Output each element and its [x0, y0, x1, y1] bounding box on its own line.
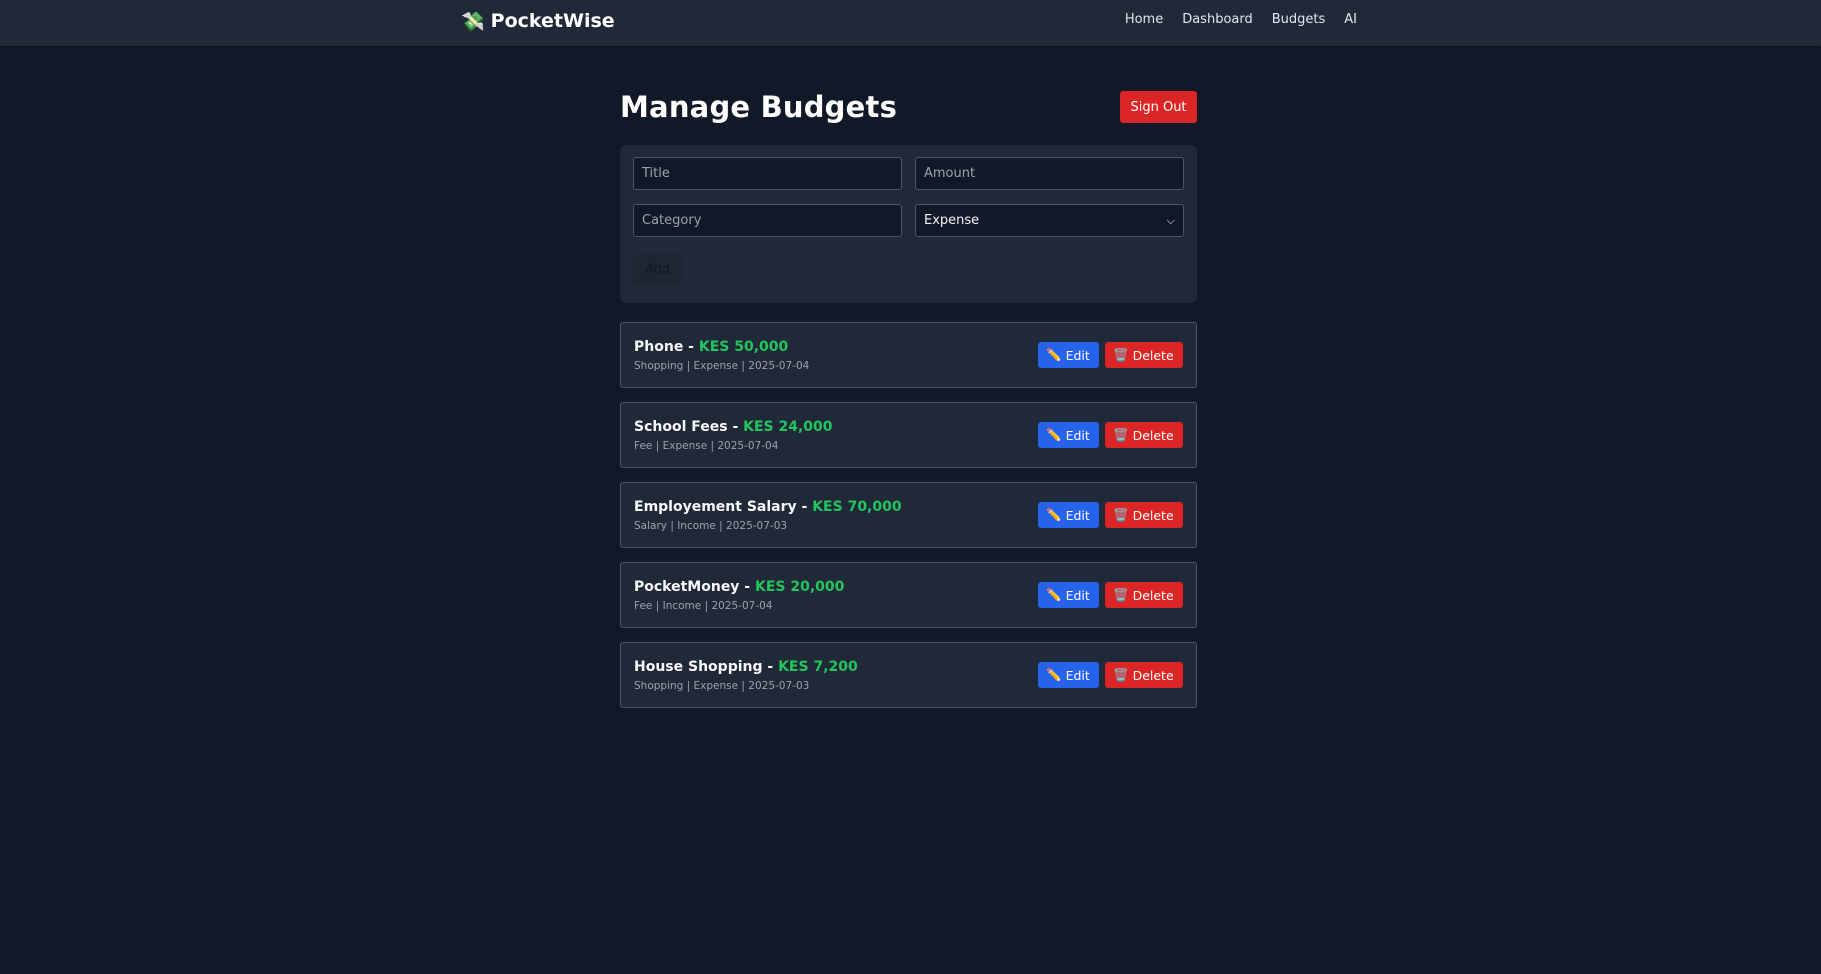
- budget-list: Phone - KES 50,000 Shopping | Expense | …: [620, 322, 1197, 708]
- edit-label: Edit: [1065, 667, 1090, 683]
- pencil-icon: ✏️: [1046, 587, 1062, 602]
- nav-dashboard[interactable]: Dashboard: [1182, 12, 1253, 27]
- budget-item-title: School Fees: [634, 418, 728, 435]
- delete-button[interactable]: 🗑️ Delete: [1105, 662, 1183, 688]
- pencil-icon: ✏️: [1046, 427, 1062, 442]
- budget-item-heading: House Shopping - KES 7,200: [634, 658, 858, 675]
- nav-home[interactable]: Home: [1125, 12, 1163, 27]
- budget-item-meta: Fee | Income | 2025-07-04: [634, 599, 773, 612]
- edit-button[interactable]: ✏️ Edit: [1038, 422, 1099, 448]
- page-header: Manage Budgets Sign Out: [620, 78, 1197, 136]
- budget-item-meta: Shopping | Expense | 2025-07-03: [634, 679, 810, 692]
- budget-item-heading: PocketMoney - KES 20,000: [634, 578, 845, 595]
- budget-item-meta: Shopping | Expense | 2025-07-04: [634, 359, 810, 372]
- budget-item: House Shopping - KES 7,200 Shopping | Ex…: [620, 642, 1197, 708]
- delete-label: Delete: [1132, 427, 1174, 443]
- budget-item-meta: Fee | Expense | 2025-07-04: [634, 439, 779, 452]
- type-select[interactable]: Expense ⌵: [915, 204, 1184, 237]
- category-placeholder: Category: [642, 213, 702, 228]
- budget-item-heading: Employement Salary - KES 70,000: [634, 498, 902, 515]
- pencil-icon: ✏️: [1046, 507, 1062, 522]
- main-content: Manage Budgets Sign Out Title Amount Cat…: [620, 78, 1197, 708]
- money-wings-icon: 💸: [461, 10, 485, 33]
- trash-icon: 🗑️: [1113, 587, 1129, 602]
- edit-button[interactable]: ✏️ Edit: [1038, 582, 1099, 608]
- delete-label: Delete: [1132, 507, 1174, 523]
- budget-item-amount: KES 70,000: [812, 498, 902, 515]
- budget-item-title: Employement Salary: [634, 498, 797, 515]
- budget-item-title: Phone: [634, 338, 684, 355]
- add-budget-form: Title Amount Category Expense ⌵ Add: [620, 145, 1197, 303]
- delete-label: Delete: [1132, 347, 1174, 363]
- budget-item-amount: KES 50,000: [698, 338, 789, 355]
- pencil-icon: ✏️: [1046, 667, 1062, 682]
- page-title: Manage Budgets: [620, 90, 898, 124]
- title-input[interactable]: Title: [633, 157, 902, 190]
- trash-icon: 🗑️: [1113, 427, 1129, 442]
- delete-button[interactable]: 🗑️ Delete: [1105, 342, 1183, 368]
- delete-button[interactable]: 🗑️ Delete: [1105, 422, 1183, 448]
- budget-item-amount: KES 20,000: [755, 578, 845, 595]
- amount-placeholder: Amount: [924, 166, 976, 181]
- chevron-down-icon: ⌵: [1166, 213, 1175, 227]
- delete-label: Delete: [1132, 667, 1174, 683]
- trash-icon: 🗑️: [1113, 347, 1129, 362]
- budget-item: Employement Salary - KES 70,000 Salary |…: [620, 482, 1197, 548]
- trash-icon: 🗑️: [1113, 507, 1129, 522]
- category-input[interactable]: Category: [633, 204, 902, 237]
- top-navbar: 💸 PocketWise Home Dashboard Budgets AI: [0, 0, 1821, 46]
- amount-input[interactable]: Amount: [915, 157, 1184, 190]
- edit-button[interactable]: ✏️ Edit: [1038, 502, 1099, 528]
- budget-item-title: House Shopping: [634, 658, 763, 675]
- trash-icon: 🗑️: [1113, 667, 1129, 682]
- budget-item-amount: KES 24,000: [743, 418, 833, 435]
- brand-logo[interactable]: 💸 PocketWise: [461, 8, 615, 34]
- edit-label: Edit: [1065, 587, 1090, 603]
- edit-label: Edit: [1065, 347, 1090, 363]
- type-selected-value: Expense: [924, 213, 980, 228]
- edit-label: Edit: [1065, 507, 1090, 523]
- edit-button[interactable]: ✏️ Edit: [1038, 662, 1099, 688]
- edit-button[interactable]: ✏️ Edit: [1038, 342, 1099, 368]
- delete-button[interactable]: 🗑️ Delete: [1105, 502, 1183, 528]
- edit-label: Edit: [1065, 427, 1090, 443]
- budget-item-title: PocketMoney: [634, 578, 740, 595]
- brand-name: PocketWise: [490, 10, 615, 32]
- delete-button[interactable]: 🗑️ Delete: [1105, 582, 1183, 608]
- budget-item: School Fees - KES 24,000 Fee | Expense |…: [620, 402, 1197, 468]
- main-nav: Home Dashboard Budgets AI: [1125, 12, 1357, 27]
- sign-out-button[interactable]: Sign Out: [1120, 91, 1197, 123]
- pencil-icon: ✏️: [1046, 347, 1062, 362]
- budget-item: PocketMoney - KES 20,000 Fee | Income | …: [620, 562, 1197, 628]
- budget-item-heading: School Fees - KES 24,000: [634, 418, 833, 435]
- nav-ai[interactable]: AI: [1344, 12, 1357, 27]
- add-button[interactable]: Add: [633, 254, 682, 284]
- title-placeholder: Title: [642, 166, 670, 181]
- budget-item: Phone - KES 50,000 Shopping | Expense | …: [620, 322, 1197, 388]
- nav-budgets[interactable]: Budgets: [1272, 12, 1326, 27]
- delete-label: Delete: [1132, 587, 1174, 603]
- budget-item-meta: Salary | Income | 2025-07-03: [634, 519, 788, 532]
- budget-item-heading: Phone - KES 50,000: [634, 338, 789, 355]
- budget-item-amount: KES 7,200: [778, 658, 858, 675]
